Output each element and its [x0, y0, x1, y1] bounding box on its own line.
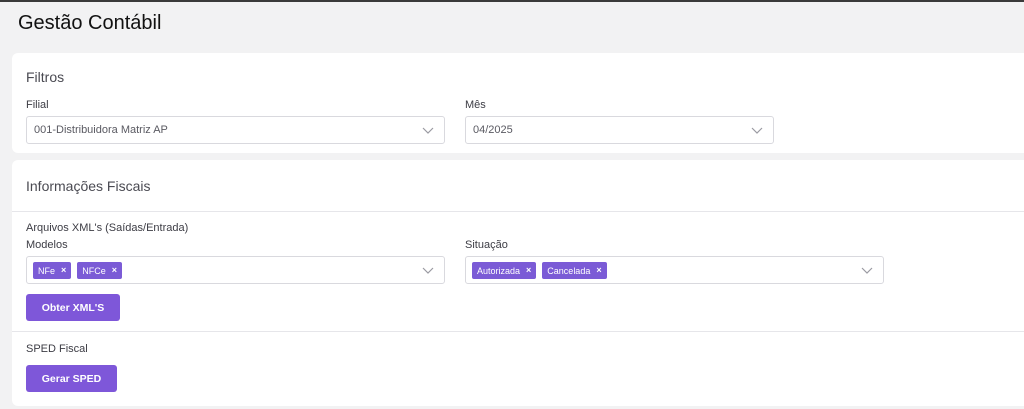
situacao-multiselect[interactable]: Autorizada × Cancelada × [465, 256, 884, 284]
filial-select[interactable]: 001-Distribuidora Matriz AP [26, 116, 445, 144]
divider [12, 211, 1024, 212]
filters-card: Filtros Filial 001-Distribuidora Matriz … [12, 53, 1024, 153]
obter-xml-button[interactable]: Obter XML'S [26, 294, 120, 321]
fiscal-title: Informações Fiscais [26, 178, 151, 194]
tag-nfe: NFe × [33, 262, 72, 279]
page-title: Gestão Contábil [18, 12, 162, 34]
close-icon[interactable]: × [596, 266, 601, 275]
situacao-label: Situação [465, 239, 508, 251]
chevron-down-icon [422, 125, 434, 135]
xml-section-label: Arquivos XML's (Saídas/Entrada) [26, 222, 189, 234]
tag-label: Cancelada [547, 265, 591, 276]
modelos-multiselect[interactable]: NFe × NFCe × [26, 256, 445, 284]
tag-cancelada: Cancelada × [542, 262, 607, 279]
filial-label: Filial [26, 99, 49, 111]
fiscal-info-card: Informações Fiscais Arquivos XML's (Saíd… [12, 160, 1024, 406]
tag-label: NFCe [82, 265, 106, 276]
filial-value: 001-Distribuidora Matriz AP [34, 124, 168, 136]
gerar-sped-button[interactable]: Gerar SPED [26, 365, 117, 392]
modelos-label: Modelos [26, 239, 68, 251]
chevron-down-icon [861, 265, 873, 275]
chevron-down-icon [422, 265, 434, 275]
tag-label: Autorizada [477, 265, 521, 276]
sped-section-label: SPED Fiscal [26, 343, 88, 355]
tag-nfce: NFCe × [77, 262, 123, 279]
chevron-down-icon [751, 125, 763, 135]
divider [12, 331, 1024, 332]
close-icon[interactable]: × [526, 266, 531, 275]
close-icon[interactable]: × [61, 266, 66, 275]
mes-value: 04/2025 [473, 124, 513, 136]
tag-autorizada: Autorizada × [472, 262, 537, 279]
mes-label: Mês [465, 99, 486, 111]
filters-title: Filtros [26, 69, 65, 85]
top-border [0, 0, 1024, 2]
close-icon[interactable]: × [112, 266, 117, 275]
tag-label: NFe [38, 265, 56, 276]
mes-select[interactable]: 04/2025 [465, 116, 774, 144]
